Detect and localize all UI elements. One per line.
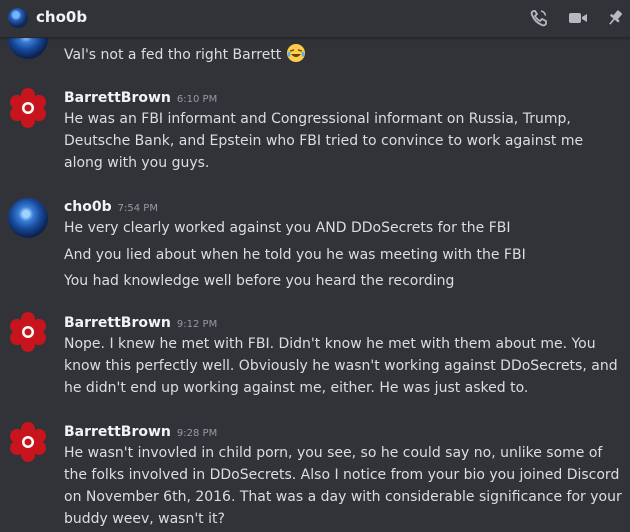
message-author[interactable]: BarrettBrown 9:12 PM	[64, 315, 217, 331]
message-author[interactable]: BarrettBrown 6:10 PM	[64, 90, 217, 106]
message-timestamp: 9:28 PM	[176, 428, 218, 439]
message-text: He very clearly worked against you AND D…	[64, 220, 511, 236]
message-text: He wasn't invovled in child porn, you se…	[64, 445, 622, 527]
avatar[interactable]	[8, 88, 48, 128]
message-timestamp: 9:12 PM	[176, 319, 218, 330]
message-text: And you lied about when he told you he w…	[64, 247, 526, 263]
message-author[interactable]: cho0b 7:54 PM	[64, 199, 158, 215]
message-text: Nope. I knew he met with FBI. Didn't kno…	[64, 336, 618, 396]
avatar[interactable]	[8, 198, 48, 238]
avatar[interactable]	[8, 422, 48, 462]
message-author[interactable]: BarrettBrown 9:28 PM	[64, 424, 217, 440]
message-text: You had knowledge well before you heard …	[64, 273, 455, 289]
message-text: Val's not a fed tho right Barrett	[64, 43, 624, 66]
avatar[interactable]	[8, 312, 48, 352]
pin-icon[interactable]	[604, 8, 626, 28]
message-text: He was an FBI informant and Congressiona…	[64, 111, 584, 171]
laughing-crying-emoji	[286, 44, 305, 62]
dm-title: cho0b	[36, 8, 88, 26]
message-timestamp: 6:10 PM	[176, 94, 218, 105]
call-icon[interactable]	[528, 8, 550, 28]
message-timestamp: 7:54 PM	[117, 203, 158, 214]
channel-header: cho0b	[0, 0, 630, 38]
video-icon[interactable]	[567, 8, 589, 28]
user-avatar[interactable]	[8, 8, 28, 28]
